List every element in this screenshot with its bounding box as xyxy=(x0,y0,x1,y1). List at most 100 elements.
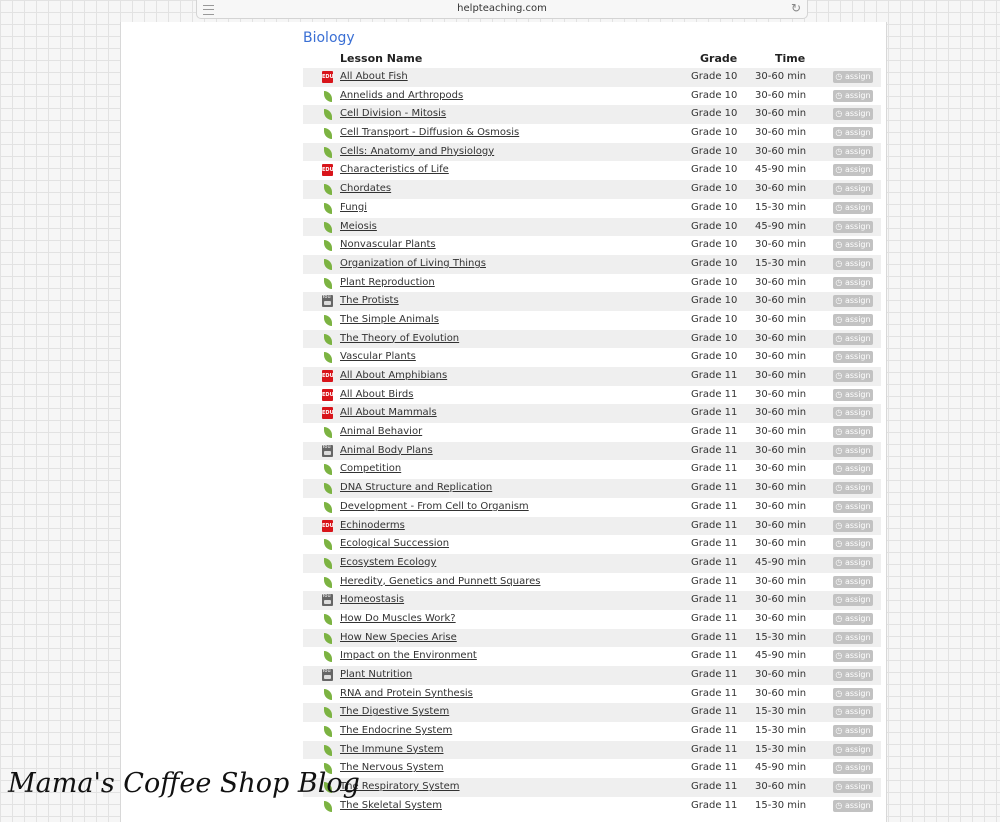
lesson-link[interactable]: The Digestive System xyxy=(340,706,449,717)
assign-button[interactable]: assign xyxy=(833,706,873,719)
assign-button[interactable]: assign xyxy=(833,612,873,625)
table-row: RNA and Protein Synthesis Grade 11 30-60 m… xyxy=(303,685,881,704)
assign-button[interactable]: assign xyxy=(833,799,873,812)
leaf-icon xyxy=(324,333,332,345)
assign-button[interactable]: assign xyxy=(833,781,873,794)
lesson-link[interactable]: Development - From Cell to Organism xyxy=(340,501,529,512)
assign-button[interactable]: assign xyxy=(833,444,873,457)
table-row: Animal Body Plans Grade 11 30-60 min assign xyxy=(303,441,881,461)
lesson-link[interactable]: Ecosystem Ecology xyxy=(340,557,436,568)
assign-button[interactable]: assign xyxy=(833,687,873,700)
leaf-icon xyxy=(324,184,332,196)
assign-button[interactable]: assign xyxy=(833,201,873,214)
lesson-link[interactable]: Characteristics of Life xyxy=(340,164,449,175)
assign-button[interactable]: assign xyxy=(833,575,873,588)
assign-button[interactable]: assign xyxy=(833,482,873,495)
assign-button[interactable]: assign xyxy=(833,370,873,382)
assign-button[interactable]: assign xyxy=(833,725,873,738)
lesson-time: 30-60 min xyxy=(755,612,807,624)
lesson-link[interactable]: How New Species Arise xyxy=(340,632,457,643)
lesson-link[interactable]: Nonvascular Plants xyxy=(340,239,436,250)
assign-button[interactable]: assign xyxy=(833,538,873,551)
lesson-link[interactable]: Plant Reproduction xyxy=(340,277,435,288)
lesson-link[interactable]: Cell Division - Mitosis xyxy=(340,108,446,119)
lesson-link[interactable]: Animal Behavior xyxy=(340,426,422,437)
lesson-link[interactable]: Impact on the Environment xyxy=(340,650,477,661)
assign-button[interactable]: assign xyxy=(833,650,873,663)
assign-button[interactable]: assign xyxy=(833,594,873,607)
lesson-link[interactable]: Vascular Plants xyxy=(340,351,416,362)
lesson-link[interactable]: RNA and Protein Synthesis xyxy=(340,688,473,699)
lesson-link[interactable]: Fungi xyxy=(340,202,367,213)
lesson-link[interactable]: The Protists xyxy=(340,295,399,306)
assign-button[interactable]: assign xyxy=(833,556,873,569)
lesson-link[interactable]: Cells: Anatomy and Physiology xyxy=(340,146,494,157)
lesson-link[interactable]: The Endocrine System xyxy=(340,725,452,736)
lesson-link[interactable]: All About Mammals xyxy=(340,407,437,418)
lesson-link[interactable]: How Do Muscles Work? xyxy=(340,613,456,624)
lesson-grade: Grade 10 xyxy=(691,295,738,307)
assign-button[interactable]: assign xyxy=(833,239,873,252)
lesson-link[interactable]: Echinoderms xyxy=(340,520,405,531)
lesson-link[interactable]: Ecological Succession xyxy=(340,538,449,549)
lesson-link[interactable]: All About Fish xyxy=(340,71,408,82)
lesson-link[interactable]: Meiosis xyxy=(340,221,377,232)
lesson-link[interactable]: All About Amphibians xyxy=(340,370,447,381)
lesson-link[interactable]: Plant Nutrition xyxy=(340,669,412,680)
lesson-link[interactable]: The Immune System xyxy=(340,744,444,755)
lesson-time: 30-60 min xyxy=(755,538,807,550)
assign-button[interactable]: assign xyxy=(833,351,873,364)
leaf-icon xyxy=(324,277,332,289)
lesson-time: 30-60 min xyxy=(755,313,807,325)
assign-button[interactable]: assign xyxy=(833,276,873,289)
lesson-link[interactable]: Chordates xyxy=(340,183,391,194)
leaf-icon xyxy=(324,146,332,158)
assign-button[interactable]: assign xyxy=(833,89,873,102)
lesson-link[interactable]: Annelids and Arthropods xyxy=(340,90,463,101)
assign-button[interactable]: assign xyxy=(833,743,873,756)
assign-button[interactable]: assign xyxy=(833,71,873,83)
lesson-link[interactable]: The Simple Animals xyxy=(340,314,439,325)
assign-button[interactable]: assign xyxy=(833,313,873,326)
assign-button[interactable]: assign xyxy=(833,463,873,476)
assign-button[interactable]: assign xyxy=(833,500,873,513)
assign-button[interactable]: assign xyxy=(833,407,873,420)
lesson-link[interactable]: Homeostasis xyxy=(340,594,404,605)
lesson-link[interactable]: Competition xyxy=(340,463,401,474)
leaf-icon xyxy=(324,632,332,644)
lesson-link[interactable]: Heredity, Genetics and Punnett Squares xyxy=(340,576,540,587)
table-row: How New Species Arise Grade 11 15-30 min as… xyxy=(303,628,881,648)
assign-button[interactable]: assign xyxy=(833,388,873,401)
assign-button[interactable]: assign xyxy=(833,257,873,270)
assign-button[interactable]: assign xyxy=(833,127,873,140)
assign-button[interactable]: assign xyxy=(833,426,873,439)
assign-button[interactable]: assign xyxy=(833,332,873,345)
assign-button[interactable]: assign xyxy=(833,762,873,775)
assign-button[interactable]: assign xyxy=(833,164,873,177)
lesson-link[interactable]: Cell Transport - Diffusion & Osmosis xyxy=(340,127,519,138)
lesson-time: 30-60 min xyxy=(755,239,807,251)
lesson-time: 30-60 min xyxy=(755,575,807,587)
assign-button[interactable]: assign xyxy=(833,295,873,308)
lesson-time: 30-60 min xyxy=(755,370,807,381)
assign-button[interactable]: assign xyxy=(833,145,873,158)
lesson-link[interactable]: Animal Body Plans xyxy=(340,445,433,456)
url-text[interactable]: helpteaching.com xyxy=(197,3,807,14)
assign-button[interactable]: assign xyxy=(833,631,873,644)
assign-button[interactable]: assign xyxy=(833,519,873,532)
lesson-link[interactable]: All About Birds xyxy=(340,389,413,400)
lesson-link[interactable]: The Theory of Evolution xyxy=(340,333,459,344)
table-row: Development - From Cell to Organism Grade… xyxy=(303,498,881,517)
table-header: Lesson Name Grade Time xyxy=(303,52,881,67)
table-row: Cells: Anatomy and Physiology Grade 10 30-… xyxy=(303,142,881,162)
assign-button[interactable]: assign xyxy=(833,108,873,121)
lesson-link[interactable]: The Skeletal System xyxy=(340,800,442,811)
lesson-link[interactable]: DNA Structure and Replication xyxy=(340,482,492,493)
lesson-grade: Grade 10 xyxy=(691,164,738,176)
lesson-link[interactable]: Organization of Living Things xyxy=(340,258,486,269)
assign-button[interactable]: assign xyxy=(833,183,873,196)
reload-icon[interactable]: ↻ xyxy=(791,1,801,15)
assign-button[interactable]: assign xyxy=(833,220,873,233)
address-bar[interactable]: helpteaching.com ↻ xyxy=(196,0,808,19)
assign-button[interactable]: assign xyxy=(833,669,873,681)
